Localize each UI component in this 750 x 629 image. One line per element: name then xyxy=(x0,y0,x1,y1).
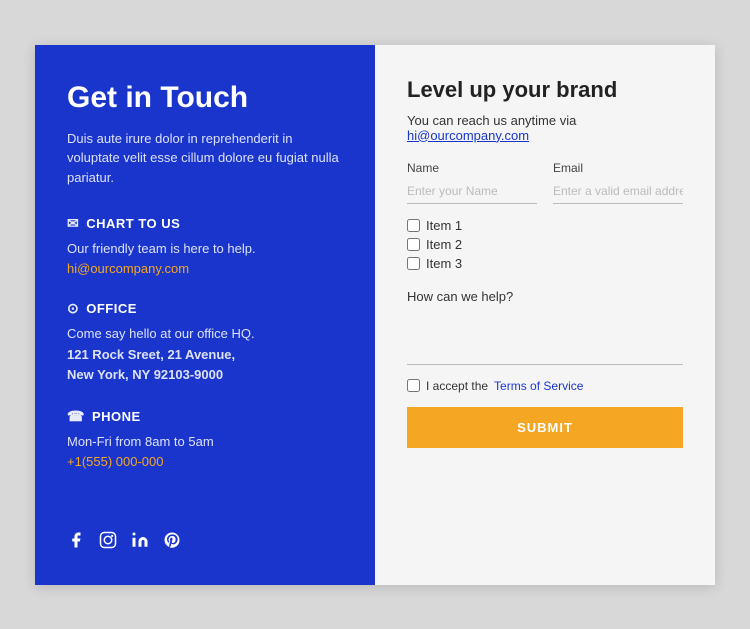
chart-title: ✉ CHART TO US xyxy=(67,215,343,232)
checkbox-1[interactable] xyxy=(407,219,420,232)
facebook-icon[interactable] xyxy=(67,531,85,549)
checkbox-item-2: Item 2 xyxy=(407,237,683,252)
office-title: ⊙ OFFICE xyxy=(67,300,343,317)
name-label: Name xyxy=(407,161,537,175)
office-address1: 121 Rock Sreet, 21 Avenue, xyxy=(67,345,343,366)
reach-email-link[interactable]: hi@ourcompany.com xyxy=(407,128,529,143)
location-icon: ⊙ xyxy=(67,300,79,317)
linkedin-icon[interactable] xyxy=(131,531,149,549)
tos-checkbox[interactable] xyxy=(407,379,420,392)
tos-link[interactable]: Terms of Service xyxy=(494,379,583,393)
phone-section: ☎ PHONE Mon-Fri from 8am to 5am +1(555) … xyxy=(67,408,343,471)
email-label: Email xyxy=(553,161,683,175)
checkbox-label-1: Item 1 xyxy=(426,218,462,233)
contact-container: Get in Touch Duis aute irure dolor in re… xyxy=(35,45,715,585)
pinterest-icon[interactable] xyxy=(163,531,181,549)
checkboxes-group: Item 1 Item 2 Item 3 xyxy=(407,218,683,275)
phone-icon: ☎ xyxy=(67,408,85,425)
social-icons xyxy=(67,507,343,549)
name-group: Name xyxy=(407,161,537,204)
office-hq: Come say hello at our office HQ. xyxy=(67,324,343,345)
checkbox-3[interactable] xyxy=(407,257,420,270)
name-email-row: Name Email xyxy=(407,161,683,204)
left-heading: Get in Touch xyxy=(67,81,343,115)
reach-text: You can reach us anytime via hi@ourcompa… xyxy=(407,113,683,143)
phone-title: ☎ PHONE xyxy=(67,408,343,425)
chart-email-link[interactable]: hi@ourcompany.com xyxy=(67,261,189,276)
name-input[interactable] xyxy=(407,179,537,204)
instagram-icon[interactable] xyxy=(99,531,117,549)
office-address2: New York, NY 92103-9000 xyxy=(67,365,343,386)
message-textarea[interactable] xyxy=(407,310,683,365)
chart-desc: Our friendly team is here to help. xyxy=(67,239,343,260)
right-heading: Level up your brand xyxy=(407,77,683,103)
right-panel: Level up your brand You can reach us any… xyxy=(375,45,715,585)
mail-icon: ✉ xyxy=(67,215,79,232)
tos-row: I accept the Terms of Service xyxy=(407,379,683,393)
left-subtitle: Duis aute irure dolor in reprehenderit i… xyxy=(67,129,343,188)
checkbox-item-3: Item 3 xyxy=(407,256,683,271)
checkbox-2[interactable] xyxy=(407,238,420,251)
checkbox-label-2: Item 2 xyxy=(426,237,462,252)
phone-link[interactable]: +1(555) 000-000 xyxy=(67,454,164,469)
how-help-label: How can we help? xyxy=(407,289,683,304)
checkbox-label-3: Item 3 xyxy=(426,256,462,271)
phone-hours: Mon-Fri from 8am to 5am xyxy=(67,432,343,453)
chart-section: ✉ CHART TO US Our friendly team is here … xyxy=(67,215,343,278)
left-panel: Get in Touch Duis aute irure dolor in re… xyxy=(35,45,375,585)
email-input[interactable] xyxy=(553,179,683,204)
email-group: Email xyxy=(553,161,683,204)
checkbox-item-1: Item 1 xyxy=(407,218,683,233)
submit-button[interactable]: SUBMIT xyxy=(407,407,683,448)
tos-prefix: I accept the xyxy=(426,379,488,393)
office-section: ⊙ OFFICE Come say hello at our office HQ… xyxy=(67,300,343,386)
